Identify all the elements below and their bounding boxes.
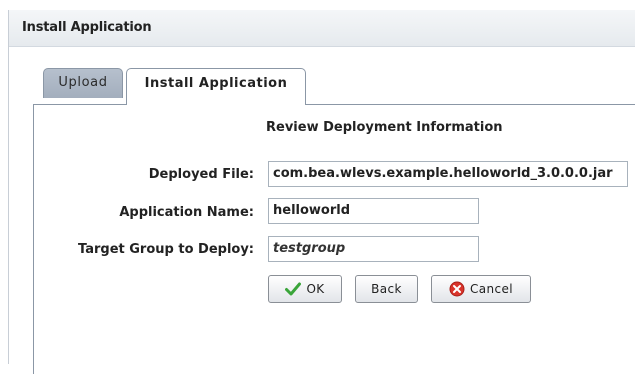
tab-install-application[interactable]: Install Application — [126, 68, 306, 105]
section-title: Review Deployment Information — [266, 120, 503, 135]
cancel-button-label: Cancel — [469, 282, 514, 296]
application-name-input[interactable]: helloworld — [268, 198, 479, 224]
ok-button-label: OK — [306, 282, 325, 296]
tab-area: Upload Install Application Review Deploy… — [25, 47, 635, 374]
tab-upload[interactable]: Upload — [43, 68, 123, 98]
deployed-file-field: com.bea.wlevs.example.helloworld_3.0.0.0… — [268, 161, 628, 187]
back-button-label: Back — [371, 282, 402, 296]
ok-button[interactable]: OK — [268, 275, 342, 303]
checkmark-icon — [285, 282, 302, 296]
cancel-x-icon — [449, 281, 465, 297]
cancel-button[interactable]: Cancel — [431, 275, 531, 303]
target-group-label: Target Group to Deploy: — [78, 242, 254, 257]
application-name-label: Application Name: — [119, 205, 254, 220]
panel-header: Install Application — [9, 10, 635, 47]
install-application-panel: Install Application Upload Install Appli… — [8, 10, 635, 374]
deployed-file-label: Deployed File: — [148, 167, 254, 182]
panel-title: Install Application — [22, 20, 152, 35]
back-button[interactable]: Back — [355, 275, 418, 303]
tab-content: Review Deployment Information Deployed F… — [33, 104, 635, 374]
target-group-input[interactable]: testgroup — [268, 236, 479, 262]
